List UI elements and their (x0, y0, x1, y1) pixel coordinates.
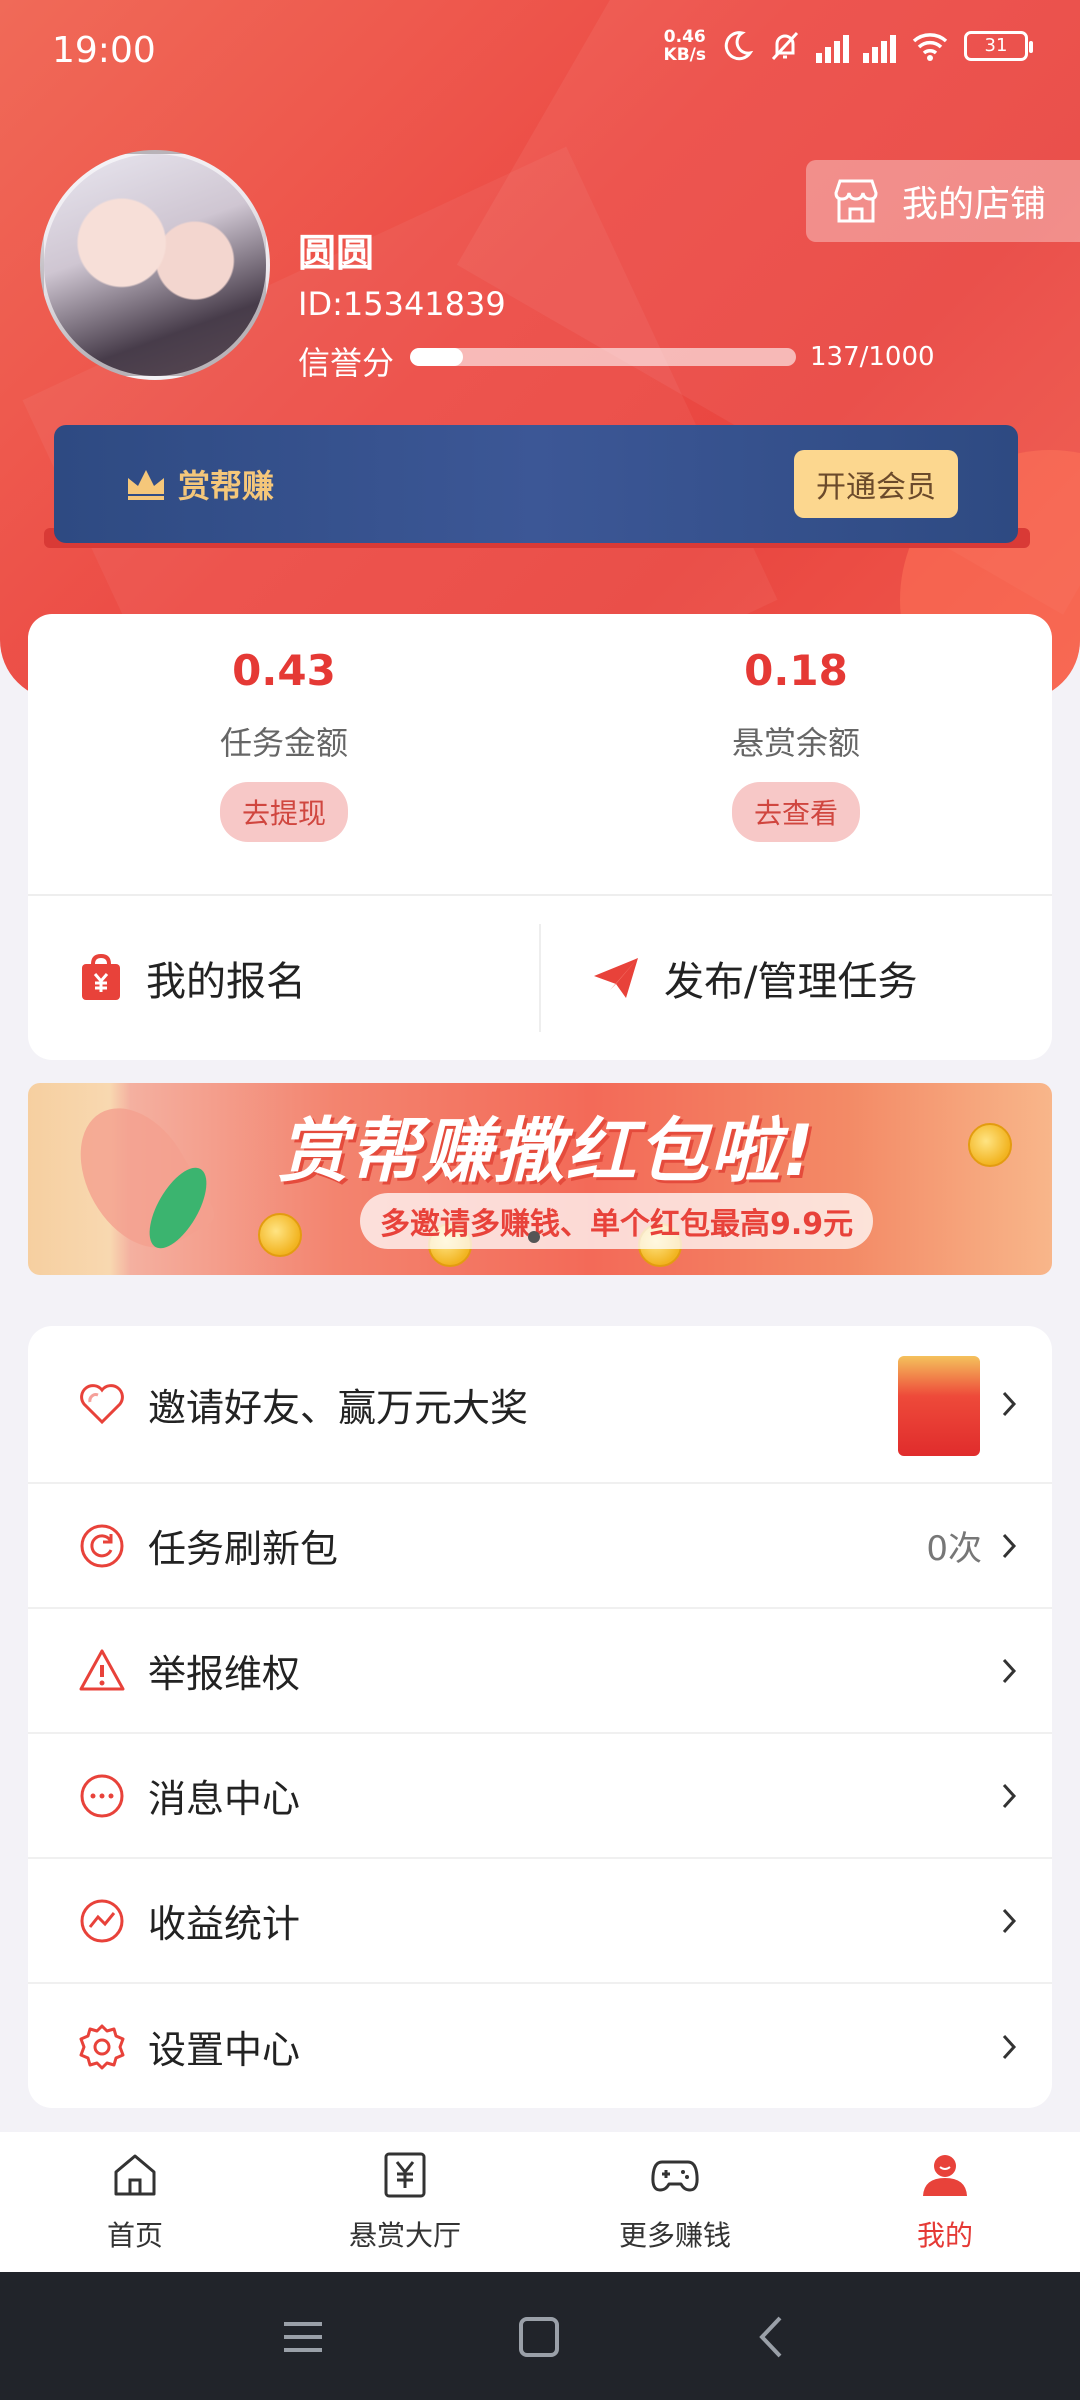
status-time: 19:00 (52, 30, 156, 71)
bag-yuan-icon (82, 954, 120, 1000)
signal-icon (816, 29, 849, 63)
signal-icon (863, 29, 896, 63)
tab-more-earn[interactable]: 更多赚钱 (540, 2132, 810, 2272)
chevron-right-icon (1002, 1391, 1017, 1417)
my-shop-button[interactable]: 我的店铺 (806, 160, 1080, 242)
my-signup-button[interactable]: 我的报名 (80, 896, 540, 1060)
menu-list: 邀请好友、赢万元大奖 任务刷新包 0次 举报维权 消息中心 收益统计 设置中心 (28, 1326, 1052, 2108)
warning-icon (79, 1649, 125, 1690)
menu-item-refresh-pack[interactable]: 任务刷新包 0次 (28, 1484, 1052, 1609)
home-icon (114, 2154, 156, 2196)
menu-label: 举报维权 (148, 1652, 301, 1696)
menu-label: 任务刷新包 (148, 1527, 339, 1571)
credit-value: 137/1000 (810, 342, 935, 372)
net-speed-unit: KB/s (663, 45, 706, 65)
user-name: 圆圆 (298, 231, 375, 275)
banner-title: 赏帮赚撒红包啦! (278, 1110, 816, 1192)
reward-balance-section: 0.18 悬赏余额 去查看 (540, 614, 1052, 894)
gamepad-icon (651, 2160, 699, 2192)
tab-label: 我的 (916, 2219, 973, 2252)
menu-label: 设置中心 (148, 2028, 301, 2072)
avatar[interactable] (40, 150, 270, 380)
user-id: ID:15341839 (298, 285, 506, 323)
menu-label: 消息中心 (148, 1777, 301, 1821)
menu-item-income-stats[interactable]: 收益统计 (28, 1859, 1052, 1984)
chevron-right-icon (1002, 1908, 1017, 1933)
coin-decor (258, 1213, 302, 1257)
tab-mine[interactable]: 我的 (810, 2132, 1080, 2272)
gear-icon (79, 2024, 125, 2069)
battery-level: 31 (984, 35, 1008, 56)
publish-task-button[interactable]: 发布/管理任务 (592, 896, 1052, 1060)
menu-item-invite[interactable]: 邀请好友、赢万元大奖 (28, 1326, 1052, 1484)
reward-amount: 0.18 (744, 646, 848, 695)
status-icons: 0.46 KB/s 31 (664, 28, 1033, 64)
system-navigation-bar (0, 2272, 1080, 2400)
banner-subtitle: 多邀请多赚钱、单个红包最高9.9元 (360, 1193, 874, 1249)
tab-label: 悬赏大厅 (348, 2219, 461, 2252)
wallet-card: 0.43 任务金额 去提现 0.18 悬赏余额 去查看 我的报名 发布/管理任务 (28, 614, 1052, 1060)
view-balance-button[interactable]: 去查看 (731, 782, 861, 842)
tab-reward-hall[interactable]: 悬赏大厅 (270, 2132, 540, 2272)
chevron-right-icon (1002, 1783, 1017, 1808)
paper-plane-icon (594, 958, 638, 998)
tab-label: 更多赚钱 (618, 2219, 731, 2252)
withdraw-button[interactable]: 去提现 (219, 782, 349, 842)
message-icon (80, 1774, 124, 1817)
moon-icon (724, 31, 754, 61)
open-vip-button[interactable]: 开通会员 (794, 450, 958, 518)
heart-icon (80, 1384, 124, 1425)
network-speed: 0.46 KB/s (664, 28, 706, 64)
my-signup-label: 我的报名 (146, 959, 306, 1005)
menu-label: 邀请好友、赢万元大奖 (148, 1385, 529, 1430)
chevron-right-icon (1002, 2034, 1017, 2059)
menu-item-report[interactable]: 举报维权 (28, 1609, 1052, 1734)
credit-progress-bar (410, 348, 796, 366)
net-speed-value: 0.46 (663, 27, 706, 47)
crown-icon (128, 470, 164, 500)
task-amount: 0.43 (232, 646, 336, 695)
yuan-document-icon (384, 2152, 426, 2198)
chart-icon (80, 1899, 124, 1942)
user-icon (923, 2155, 967, 2196)
tab-label: 首页 (106, 2219, 163, 2252)
chevron-right-icon (1002, 1533, 1017, 1558)
task-amount-label: 任务金额 (219, 724, 348, 762)
back-icon[interactable] (748, 2312, 798, 2362)
menu-icon[interactable] (278, 2312, 328, 2362)
refresh-icon (80, 1524, 124, 1567)
publish-task-label: 发布/管理任务 (664, 959, 918, 1005)
credit-progress-fill (410, 348, 463, 366)
vip-brand-label: 赏帮赚 (178, 467, 275, 505)
bottom-tab-bar: 首页 悬赏大厅 更多赚钱 我的 (0, 2132, 1080, 2272)
tab-home[interactable]: 首页 (0, 2132, 270, 2272)
carousel-indicator (528, 1231, 540, 1243)
my-shop-label: 我的店铺 (902, 184, 1047, 225)
task-amount-section: 0.43 任务金额 去提现 (28, 614, 540, 894)
wifi-icon (912, 33, 948, 61)
coin-decor (968, 1123, 1012, 1167)
red-envelope-image (898, 1356, 980, 1456)
home-square-icon[interactable] (514, 2312, 564, 2362)
vip-brand: 赏帮赚 (124, 461, 274, 507)
reward-balance-label: 悬赏余额 (731, 724, 860, 762)
menu-item-settings[interactable]: 设置中心 (28, 1984, 1052, 2108)
refresh-count: 0次 (926, 1529, 982, 1569)
credit-label: 信誉分 (298, 344, 395, 382)
menu-label: 收益统计 (148, 1902, 301, 1946)
chevron-right-icon (1002, 1658, 1017, 1683)
menu-item-messages[interactable]: 消息中心 (28, 1734, 1052, 1859)
promo-banner[interactable]: 赏帮赚撒红包啦! 多邀请多赚钱、单个红包最高9.9元 (28, 1083, 1052, 1275)
status-bar: 19:00 0.46 KB/s 31 (0, 0, 1080, 100)
store-icon (834, 179, 878, 223)
battery-icon: 31 (964, 31, 1033, 61)
bell-muted-icon (771, 31, 799, 61)
vip-card[interactable]: 赏帮赚 开通会员 (54, 425, 1018, 543)
